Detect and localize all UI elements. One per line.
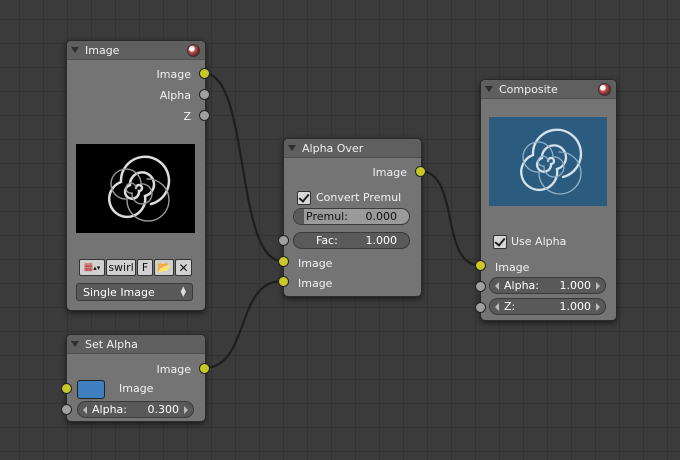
image-color-swatch[interactable]	[77, 380, 105, 399]
collapse-triangle-icon[interactable]	[71, 47, 79, 53]
alpha-field[interactable]: Alpha: 0.300	[77, 401, 194, 418]
fake-user-button[interactable]: F	[137, 259, 153, 276]
node-title: Alpha Over	[302, 141, 364, 155]
composite-z-socket[interactable]	[475, 302, 486, 313]
output-z: Z	[183, 109, 191, 123]
composite-alpha-socket[interactable]	[475, 281, 486, 292]
input-image: Image	[495, 260, 530, 274]
alpha-over-output-socket[interactable]	[415, 166, 426, 177]
use-alpha-checkbox[interactable]	[493, 235, 507, 249]
image-node-header[interactable]: Image	[67, 41, 205, 60]
dropdown-arrows-icon: ▲ ▼	[180, 285, 186, 298]
output-image: Image	[372, 165, 407, 179]
open-file-icon[interactable]: 📂	[154, 259, 174, 276]
preview-toggle-icon[interactable]	[598, 83, 611, 96]
output-image: Image	[156, 362, 191, 376]
increment-arrow-icon[interactable]	[184, 406, 188, 414]
composite-node-header[interactable]: Composite	[481, 80, 616, 99]
use-alpha-label: Use Alpha	[511, 235, 567, 248]
premul-slider[interactable]: Premul: 0.000	[293, 208, 410, 225]
image-source-dropdown[interactable]: Single Image ▲ ▼	[76, 283, 193, 301]
image-node-image-socket[interactable]	[199, 68, 210, 79]
alpha-over-fac-socket[interactable]	[278, 235, 289, 246]
output-alpha: Alpha	[159, 88, 191, 102]
input-image-1: Image	[298, 256, 333, 270]
set-alpha-output-socket[interactable]	[199, 363, 210, 374]
image-name-field[interactable]: swirl	[106, 259, 136, 276]
collapse-triangle-icon[interactable]	[485, 86, 493, 92]
alpha-over-image-1-socket[interactable]	[278, 256, 289, 267]
composite-node[interactable]: Composite Use Alpha Image Alpha: 1.000 Z…	[480, 79, 617, 321]
input-image-2: Image	[298, 276, 333, 290]
composite-alpha-field[interactable]: Alpha: 1.000	[489, 277, 606, 294]
increment-arrow-icon[interactable]	[596, 282, 600, 290]
node-title: Set Alpha	[85, 337, 138, 351]
link-setalpha-to-alphaover	[203, 279, 283, 370]
alpha-over-node-header[interactable]: Alpha Over	[284, 139, 421, 158]
input-image-label: Image	[119, 382, 154, 395]
unlink-close-icon[interactable]: ✕	[175, 259, 192, 276]
image-browse-button[interactable]: ▦ ▴▾	[79, 259, 105, 276]
node-title: Composite	[499, 82, 558, 96]
composite-z-field[interactable]: Z: 1.000	[489, 298, 606, 315]
collapse-triangle-icon[interactable]	[71, 341, 79, 347]
fac-slider[interactable]: Fac: 1.000	[293, 232, 410, 249]
convert-premul-checkbox[interactable]	[297, 191, 311, 205]
link-alphaover-to-composite	[419, 169, 480, 267]
increment-arrow-icon[interactable]	[596, 303, 600, 311]
set-alpha-node[interactable]: Set Alpha Image Image Alpha: 0.300	[66, 334, 206, 422]
image-node[interactable]: Image Image Alpha Z ▦ ▴▾ swirl F 📂 ✕ Sing…	[66, 40, 206, 311]
composite-preview	[489, 117, 607, 206]
decrement-arrow-icon[interactable]	[495, 303, 499, 311]
link-image-to-alphaover	[203, 71, 283, 263]
output-image: Image	[156, 67, 191, 81]
alpha-over-node[interactable]: Alpha Over Image Convert Premul Premul: …	[283, 138, 422, 297]
set-alpha-image-input-socket[interactable]	[61, 383, 72, 394]
alpha-over-image-2-socket[interactable]	[278, 276, 289, 287]
image-node-alpha-socket[interactable]	[199, 89, 210, 100]
composite-image-socket[interactable]	[475, 260, 486, 271]
decrement-arrow-icon[interactable]	[83, 406, 87, 414]
preview-toggle-icon[interactable]	[187, 44, 200, 57]
collapse-triangle-icon[interactable]	[288, 145, 296, 151]
decrement-arrow-icon[interactable]	[495, 282, 499, 290]
set-alpha-node-header[interactable]: Set Alpha	[67, 335, 205, 354]
node-title: Image	[85, 43, 120, 57]
convert-premul-label: Convert Premul	[316, 191, 402, 204]
set-alpha-alpha-input-socket[interactable]	[61, 404, 72, 415]
image-preview	[76, 144, 195, 233]
image-node-z-socket[interactable]	[199, 110, 210, 121]
